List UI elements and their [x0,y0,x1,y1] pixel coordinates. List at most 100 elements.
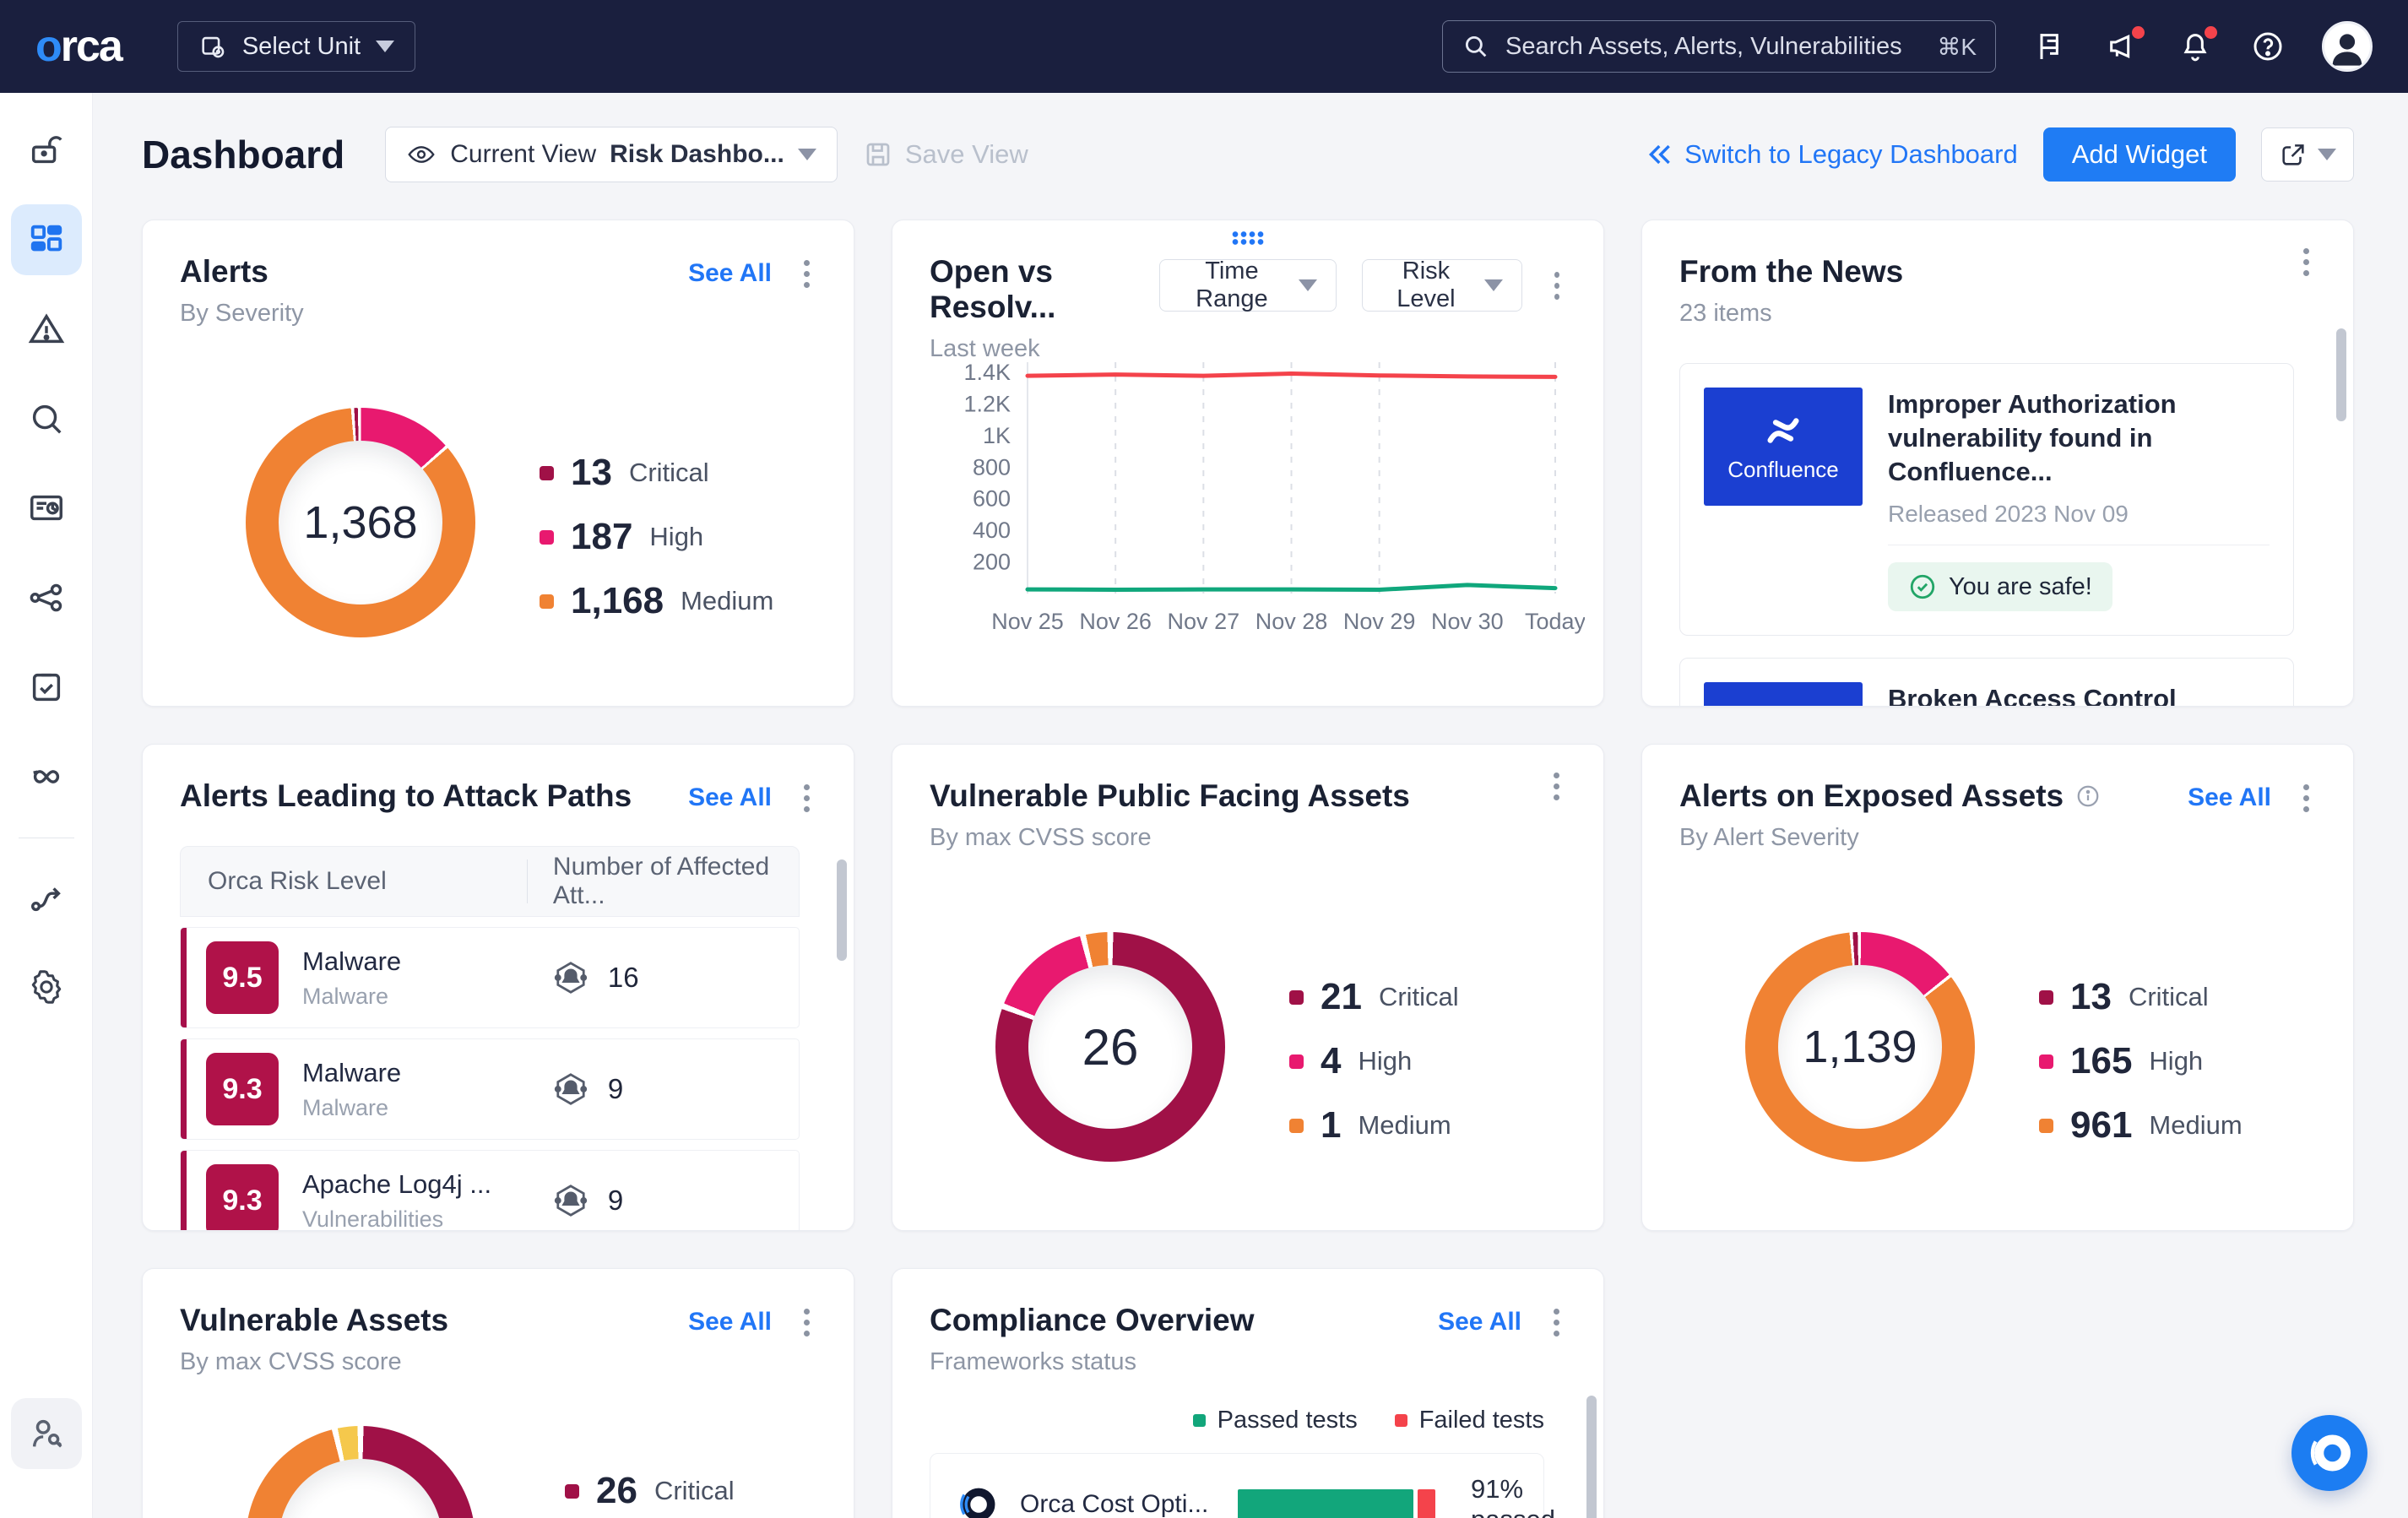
svg-text:1.2K: 1.2K [963,391,1011,416]
search-input[interactable] [1505,33,1922,61]
public-facing-donut-chart[interactable]: 26 [995,932,1225,1162]
global-search[interactable]: ⌘K [1442,20,1996,73]
add-widget-button[interactable]: Add Widget [2043,127,2236,182]
compliance-scrollbar[interactable] [1586,1396,1597,1518]
donut-total: 26 [1082,1018,1139,1076]
svg-text:Nov 30: Nov 30 [1431,609,1504,634]
info-icon[interactable] [2075,783,2101,809]
kebab-menu-icon[interactable] [804,795,810,801]
widget-open-vs-resolved: Open vs Resolv... Last week Time Range R… [892,220,1604,707]
share-dropdown-button[interactable] [2261,127,2354,182]
current-view-prefix: Current View [450,140,596,169]
widget-title: Compliance Overview [930,1303,1255,1338]
infinity-icon [27,757,66,796]
see-all-link[interactable]: See All [688,1308,772,1336]
donut-center: 26 [1028,965,1192,1129]
kebab-menu-icon[interactable] [1554,283,1559,289]
framework-row[interactable]: Orca Cost Opti... 91% passed [930,1453,1544,1518]
orca-logo[interactable]: orca [35,21,122,72]
see-all-link[interactable]: See All [1438,1308,1521,1336]
vulnerable-assets-donut-chart[interactable] [246,1426,475,1518]
column-header[interactable]: Number of Affected Att... [527,859,799,903]
flag-button[interactable] [2031,28,2069,65]
legend-item[interactable]: 13 Critical [540,452,773,494]
legend-item[interactable]: 26 Critical [565,1470,735,1512]
legend-item[interactable]: 1,168 Medium [540,580,773,622]
news-item[interactable]: Confluence Improper Authorization vulner… [1679,363,2294,636]
drag-handle[interactable] [1231,230,1265,245]
orca-assistant-fab[interactable] [2291,1415,2367,1491]
legend-item[interactable]: 187 High [540,516,773,558]
warning-triangle-icon [27,310,66,349]
legend-label: Critical [2129,982,2209,1012]
chevron-down-icon [2318,149,2336,160]
exposed-donut-chart[interactable]: 1,139 [1745,932,1975,1162]
sidebar-item-settings[interactable] [11,951,82,1022]
news-scrollbar[interactable] [2336,328,2346,421]
help-button[interactable] [2249,28,2286,65]
legend-item[interactable]: 1 Medium [1289,1104,1459,1147]
announcements-button[interactable] [2104,28,2141,65]
table-header: Orca Risk Level Number of Affected Att..… [180,846,800,917]
kebab-menu-icon[interactable] [1554,1320,1559,1326]
confluence-logo-icon [1760,411,1806,450]
alerts-donut-chart[interactable]: 1,368 [246,408,475,637]
confluence-tile: Confluence [1704,388,1863,506]
kebab-menu-icon[interactable] [1554,783,1559,789]
sidebar-item-dashboard[interactable] [11,204,82,275]
current-view-dropdown[interactable]: Current View Risk Dashbo... [385,127,838,182]
news-source: Confluence [1727,457,1839,483]
kebab-menu-icon[interactable] [804,271,810,277]
sidebar-item-shift-left[interactable] [11,741,82,812]
sidebar-item-lock[interactable] [11,115,82,186]
table-row[interactable]: 9.3 Apache Log4j ... Vulnerabilities 9 [180,1150,800,1231]
legend-item[interactable]: 961 Medium [2039,1104,2243,1147]
sidebar-item-search[interactable] [11,383,82,454]
affected-count: 9 [608,1073,623,1105]
sidebar [0,93,93,1518]
sidebar-item-attack-paths[interactable] [11,562,82,633]
flag-icon [2033,30,2067,63]
chevron-down-icon [1484,279,1503,291]
graph-nodes-icon [27,578,66,617]
search-icon [27,399,66,438]
sidebar-item-compliance[interactable] [11,652,82,723]
kebab-menu-icon[interactable] [804,1320,810,1326]
sidebar-item-alerts[interactable] [11,294,82,365]
column-header[interactable]: Orca Risk Level [181,867,527,896]
sidebar-item-integrations[interactable] [11,862,82,933]
open-vs-resolved-chart[interactable]: 1.4K1.2K1K800600400200Nov 25Nov 26Nov 27… [918,347,1585,647]
table-row[interactable]: 9.3 Malware Malware 9 [180,1038,800,1140]
sidebar-item-user-access[interactable] [11,1398,82,1469]
legend-label: Medium [2149,1110,2242,1141]
notifications-button[interactable] [2177,28,2214,65]
select-unit-dropdown[interactable]: Select Unit [177,21,415,72]
save-view-button[interactable]: Save View [863,139,1028,170]
legend-swatch [1289,1054,1304,1069]
widget-title: Alerts [180,254,304,290]
attack-paths-scrollbar[interactable] [837,859,847,961]
sidebar-item-reports[interactable] [11,473,82,544]
widget-title: Alerts on Exposed Assets [1679,778,2101,814]
table-row[interactable]: 9.5 Malware Malware 16 [180,927,800,1028]
legend-item[interactable]: 13 Critical [2039,976,2243,1018]
see-all-link[interactable]: See All [2188,783,2271,812]
legend-item[interactable]: 165 High [2039,1040,2243,1082]
user-avatar[interactable] [2322,21,2373,72]
see-all-link[interactable]: See All [688,783,772,812]
switch-legacy-link[interactable]: Switch to Legacy Dashboard [1646,139,2018,170]
legend-label: High [1358,1046,1412,1076]
legend-item[interactable]: 4 High [1289,1040,1459,1082]
legend-item[interactable]: 21 Critical [1289,976,1459,1018]
see-all-link[interactable]: See All [688,259,772,288]
time-range-dropdown[interactable]: Time Range [1159,259,1337,312]
widget-attack-paths: Alerts Leading to Attack Paths See All O… [142,744,854,1231]
risk-level-dropdown[interactable]: Risk Level [1362,259,1522,312]
svg-text:200: 200 [973,550,1011,575]
exposed-legend: 13 Critical 165 High 961 Medium [2039,976,2243,1147]
kebab-menu-icon[interactable] [2303,795,2309,801]
news-item[interactable]: Confluence Broken Access Control vulnera… [1679,658,2294,707]
framework-name: Orca Cost Opti... [1020,1490,1216,1518]
page-header: Dashboard Current View Risk Dashbo... Sa… [142,127,2354,182]
kebab-menu-icon[interactable] [2303,259,2309,265]
